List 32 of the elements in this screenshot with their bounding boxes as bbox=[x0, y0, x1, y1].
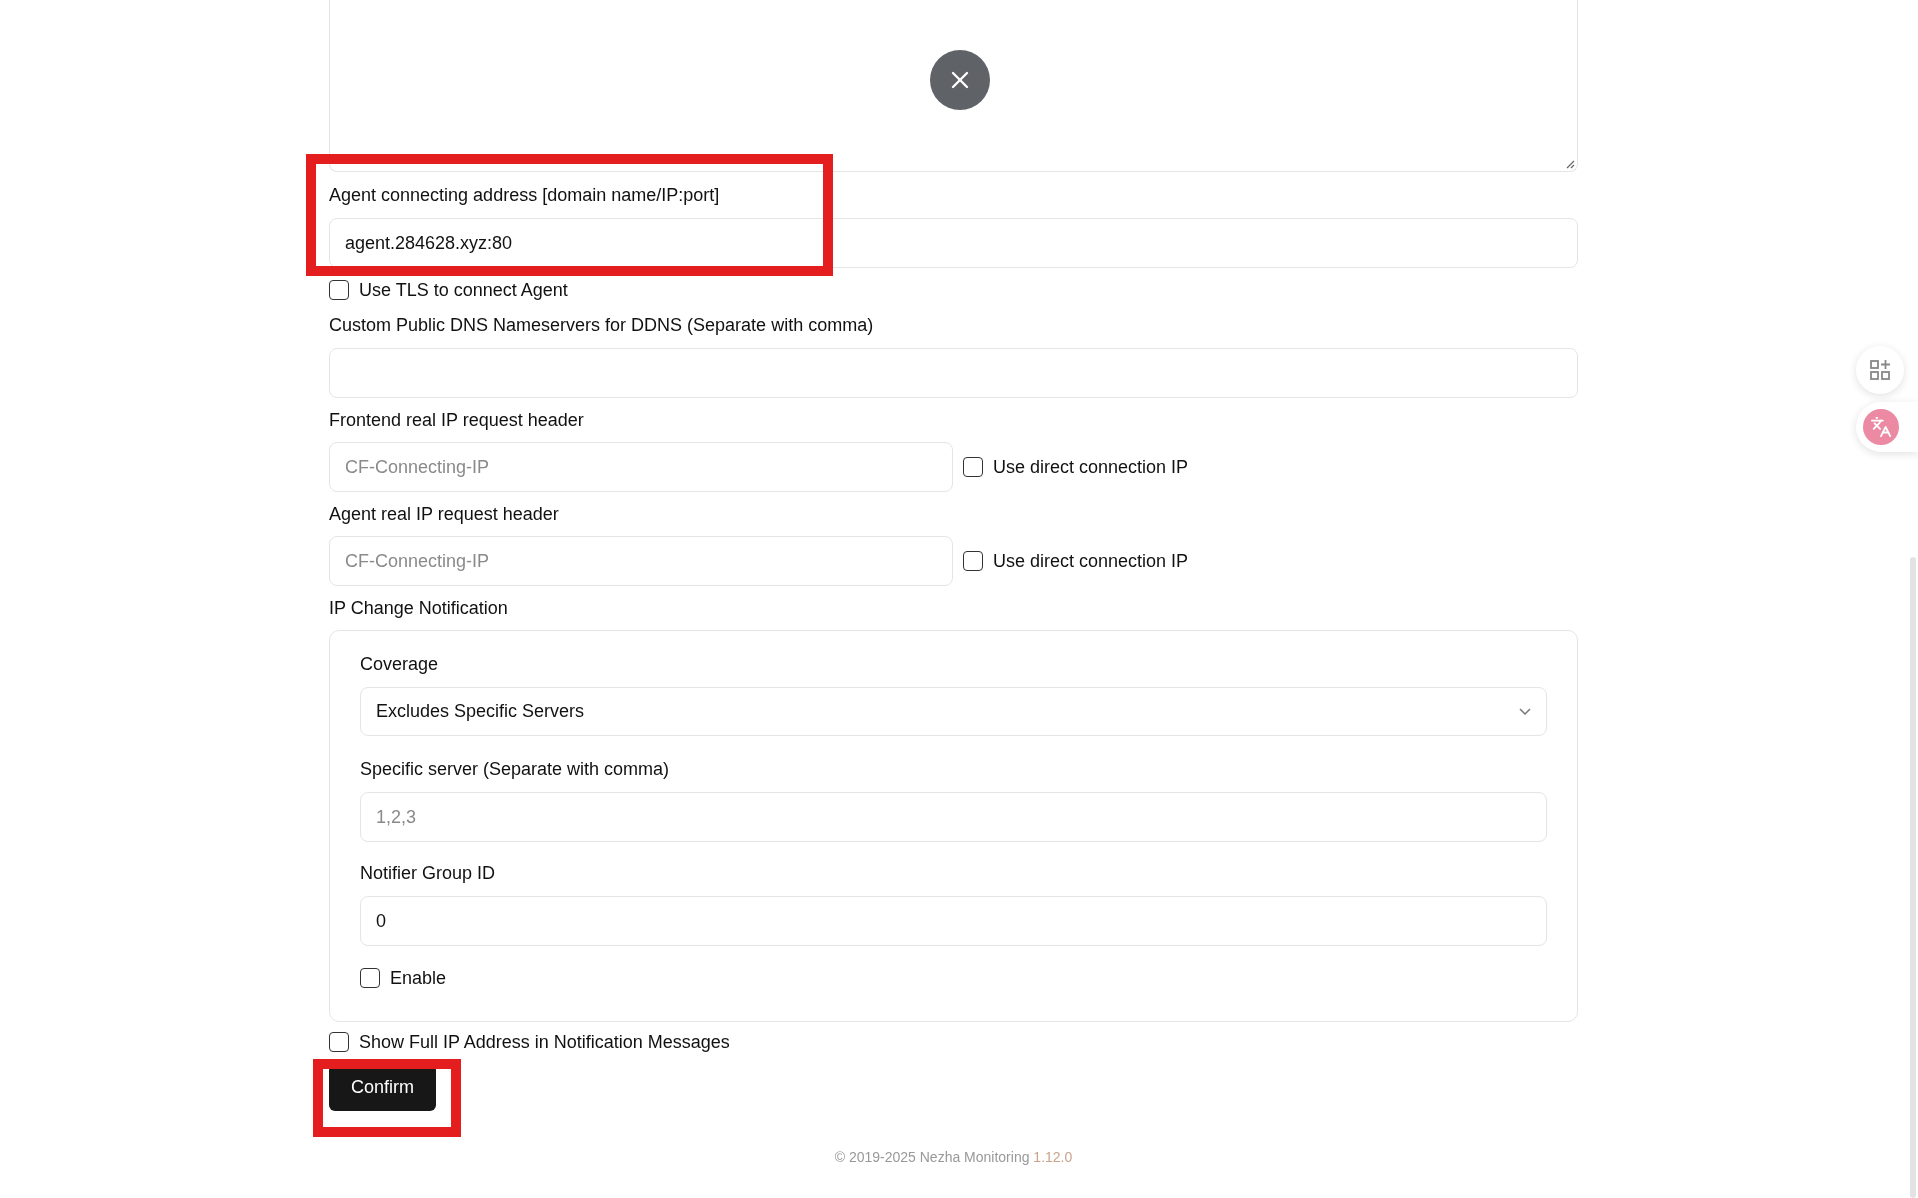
grid-sparkle-icon bbox=[1869, 359, 1891, 381]
apps-button[interactable] bbox=[1856, 346, 1904, 394]
resize-grip-icon bbox=[1565, 159, 1575, 169]
field-label: IP Change Notification bbox=[329, 597, 509, 620]
checkbox[interactable] bbox=[329, 1032, 349, 1052]
checkbox-label: Enable bbox=[390, 966, 447, 990]
footer-text: © 2019-2025 Nezha Monitoring 1.12.0 bbox=[834, 1148, 1073, 1167]
field-label: Custom Public DNS Nameservers for DDNS (Separate with comma) bbox=[329, 314, 875, 337]
checkbox[interactable] bbox=[963, 551, 983, 571]
coverage-select[interactable]: Excludes Specific Servers bbox=[360, 687, 1547, 736]
input-field[interactable]: 0 bbox=[360, 896, 1547, 946]
checkbox[interactable] bbox=[360, 968, 380, 988]
checkbox-label: Use TLS to connect Agent bbox=[359, 278, 568, 302]
input-field[interactable]: CF-Connecting-IP bbox=[329, 536, 953, 586]
checkbox[interactable] bbox=[963, 457, 983, 477]
chevron-down-icon bbox=[1519, 708, 1531, 715]
checkbox[interactable] bbox=[329, 280, 349, 300]
field-label: Frontend real IP request header bbox=[329, 409, 585, 432]
field-label: Agent real IP request header bbox=[329, 503, 560, 526]
translate-icon bbox=[1870, 416, 1892, 438]
field-label: Coverage bbox=[360, 653, 440, 676]
input-field[interactable] bbox=[329, 348, 1578, 398]
input-field[interactable]: CF-Connecting-IP bbox=[329, 442, 953, 492]
field-label: Agent connecting address [domain name/IP:port] bbox=[329, 184, 721, 207]
input-field[interactable]: 1,2,3 bbox=[360, 792, 1547, 842]
close-button[interactable] bbox=[930, 50, 990, 110]
checkbox-label: Use direct connection IP bbox=[993, 549, 1189, 573]
field-label: Specific server (Separate with comma) bbox=[360, 758, 671, 781]
field-label: Notifier Group ID bbox=[360, 862, 497, 885]
checkbox-label: Use direct connection IP bbox=[993, 455, 1189, 479]
input-field[interactable]: agent.284628.xyz:80 bbox=[329, 218, 1578, 268]
checkbox-label: Show Full IP Address in Notification Messages bbox=[359, 1030, 730, 1054]
